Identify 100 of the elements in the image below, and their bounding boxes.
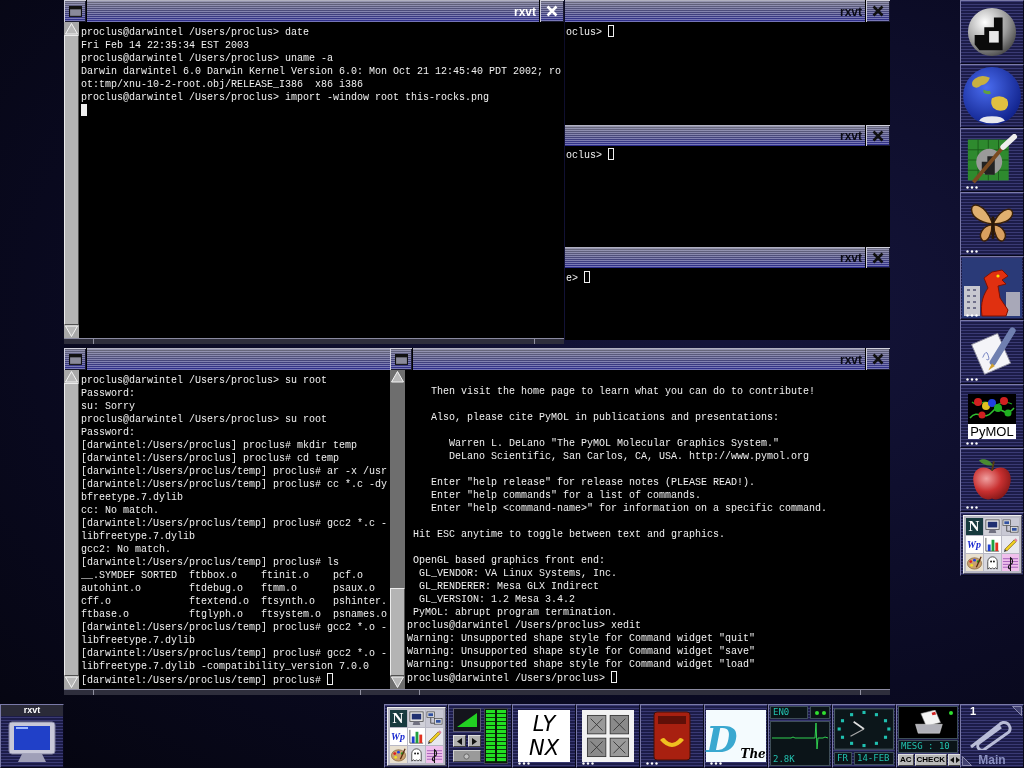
palette-icon[interactable]	[389, 745, 407, 763]
ghost-icon[interactable]	[983, 553, 1001, 571]
dock-tile[interactable]	[960, 192, 1024, 256]
bar-chart-icon[interactable]	[983, 535, 1001, 553]
ring-icon	[463, 752, 470, 760]
corner-triangle-icon[interactable]	[1012, 706, 1022, 716]
miniaturize-button[interactable]	[390, 348, 412, 370]
terminal-line: oclus>	[566, 150, 602, 161]
dock-tile[interactable]: FR 14-FEB	[832, 704, 896, 768]
window-title: rxvt	[840, 352, 862, 367]
close-button[interactable]	[540, 0, 564, 22]
miniwindow[interactable]: rxvt	[0, 704, 64, 768]
terminal-line: oclus>	[566, 27, 602, 38]
music-staff-icon[interactable]	[1001, 553, 1019, 571]
terminal-line: e>	[566, 273, 578, 284]
logo-text: NX	[528, 736, 560, 760]
down-arrow-icon[interactable]	[390, 676, 405, 689]
bar-chart-icon[interactable]	[407, 727, 425, 745]
terminal-line: Enter "help commands" for a list of commands.	[431, 490, 702, 501]
terminal-line: su: Sorry	[81, 401, 135, 412]
ghost-icon[interactable]	[407, 745, 425, 763]
letter-logo[interactable]: Wp	[389, 727, 407, 745]
clock-icon	[834, 707, 894, 750]
dock-tile[interactable]: LY NX	[512, 704, 576, 768]
terminal-line: Darwin darwintel 6.0 Darwin Kernel Version 6.0: Mon Oct 21 12:45:40 PDT 2002; ro	[81, 66, 562, 77]
title-bar[interactable]	[87, 348, 390, 370]
letter-logo[interactable]: N	[965, 517, 983, 535]
terminal-line: Password:	[81, 427, 135, 438]
close-button[interactable]	[866, 0, 890, 22]
close-button[interactable]	[866, 125, 890, 146]
miniaturize-button[interactable]	[64, 348, 86, 370]
led-icon	[949, 711, 953, 715]
dock-tile[interactable]	[640, 704, 704, 768]
dock-tile[interactable]: EN0 2.8K	[768, 704, 832, 768]
window-title: rxvt	[514, 4, 536, 19]
terminal-line: Enter "help <command-name>" for information on a specific command.	[431, 503, 828, 514]
terminal-line: Warning: Unsupported shape style for Command widget "save"	[407, 646, 756, 657]
close-icon	[872, 353, 884, 365]
left-button[interactable]	[452, 735, 466, 747]
terminal-line: ftbase.o ftglyph.o ftsystem.o psnames.o	[81, 609, 388, 620]
terminal-line: [darwintel:/Users/proclus/temp] proclus# gcc2 *.c -	[81, 518, 388, 529]
miniaturize-button[interactable]	[64, 0, 86, 22]
letter-logo[interactable]: N	[389, 709, 407, 727]
message-count: MESG : 10	[898, 740, 958, 753]
right-button[interactable]	[467, 735, 481, 747]
title-bar[interactable]: rxvt	[87, 0, 539, 22]
led-icon	[814, 710, 819, 715]
dock-tile[interactable]: N Wp	[384, 704, 448, 768]
dock-tile[interactable]	[960, 320, 1024, 384]
close-icon	[872, 251, 884, 264]
dock-tile[interactable]	[448, 704, 512, 768]
window-icon	[68, 5, 82, 17]
terminal-line: proclus@darwintel /Users/proclus> date	[81, 27, 310, 38]
dock-tile[interactable]: PyMOL	[960, 384, 1024, 448]
letter-logo[interactable]: Wp	[965, 535, 983, 553]
dock-tile[interactable]	[960, 256, 1024, 320]
palette-icon[interactable]	[965, 553, 983, 571]
left-triangle-icon	[456, 737, 462, 745]
title-bar[interactable]: rxvt	[413, 348, 865, 370]
dock-tile[interactable]: 1 Main	[960, 704, 1024, 768]
title-bar[interactable]: rxvt	[565, 0, 865, 22]
network-computers-icon[interactable]	[425, 709, 443, 727]
toggle-button[interactable]	[452, 750, 481, 762]
dock-tile[interactable]	[576, 704, 640, 768]
terminal-line: [darwintel:/Users/proclus/temp] proclus# ar -x /usr	[81, 466, 388, 477]
mail-button[interactable]: CHECK	[914, 754, 947, 766]
dock-tile[interactable]	[960, 448, 1024, 512]
terminal-line: autohint.o ftdebug.o ftmm.o psaux.o	[81, 583, 376, 594]
network-computers-icon[interactable]	[1001, 517, 1019, 535]
right-triangle-icon	[471, 737, 477, 745]
interface-label: EN0	[770, 706, 808, 719]
resize-bar[interactable]	[64, 689, 390, 695]
monitor-icon[interactable]	[983, 517, 1001, 535]
scrollbar[interactable]	[390, 370, 406, 689]
terminal-line: Warren L. DeLano "The PyMOL Molecular Graphics System."	[449, 438, 780, 449]
terminal-line: proclus@darwintel /Users/proclus> import -window root this-rocks.png	[81, 92, 490, 103]
dock-tile[interactable]	[960, 0, 1024, 64]
terminal-line: [darwintel:/Users/proclus/temp] proclus# ls	[81, 557, 340, 568]
terminal-line: cc: No match.	[81, 505, 159, 516]
mailbox-icon	[652, 710, 692, 762]
terminal-line: Warning: Unsupported shape style for Command widget "load"	[407, 659, 756, 670]
up-arrow-icon[interactable]	[390, 370, 405, 383]
music-staff-icon[interactable]	[425, 745, 443, 763]
miniwindow-title: rxvt	[1, 705, 63, 716]
dock-tile[interactable]	[960, 64, 1024, 128]
close-button[interactable]	[866, 348, 890, 370]
resize-bar[interactable]	[390, 689, 890, 695]
mail-button[interactable]: AC	[898, 754, 914, 766]
terminal-line: [darwintel:/Users/proclus/temp] proclus# gcc2 *.o -	[81, 648, 388, 659]
corner-triangle-icon[interactable]	[962, 756, 972, 766]
terminal-line: OpenGL based graphics front end:	[413, 555, 606, 566]
terminal-line: [darwintel:/Users/proclus/temp] proclus# cc *.c -dy	[81, 479, 388, 490]
monitor-icon[interactable]	[407, 709, 425, 727]
dock-tile[interactable]: N Wp	[960, 512, 1024, 576]
resize-bar[interactable]	[64, 338, 564, 344]
close-button[interactable]	[866, 247, 890, 268]
scrollbar-thumb[interactable]	[390, 588, 405, 676]
dock-tile[interactable]	[960, 128, 1024, 192]
dock-tile[interactable]: MESG : 10 AC CHECK	[896, 704, 960, 768]
workspace-number: 1	[970, 705, 977, 717]
